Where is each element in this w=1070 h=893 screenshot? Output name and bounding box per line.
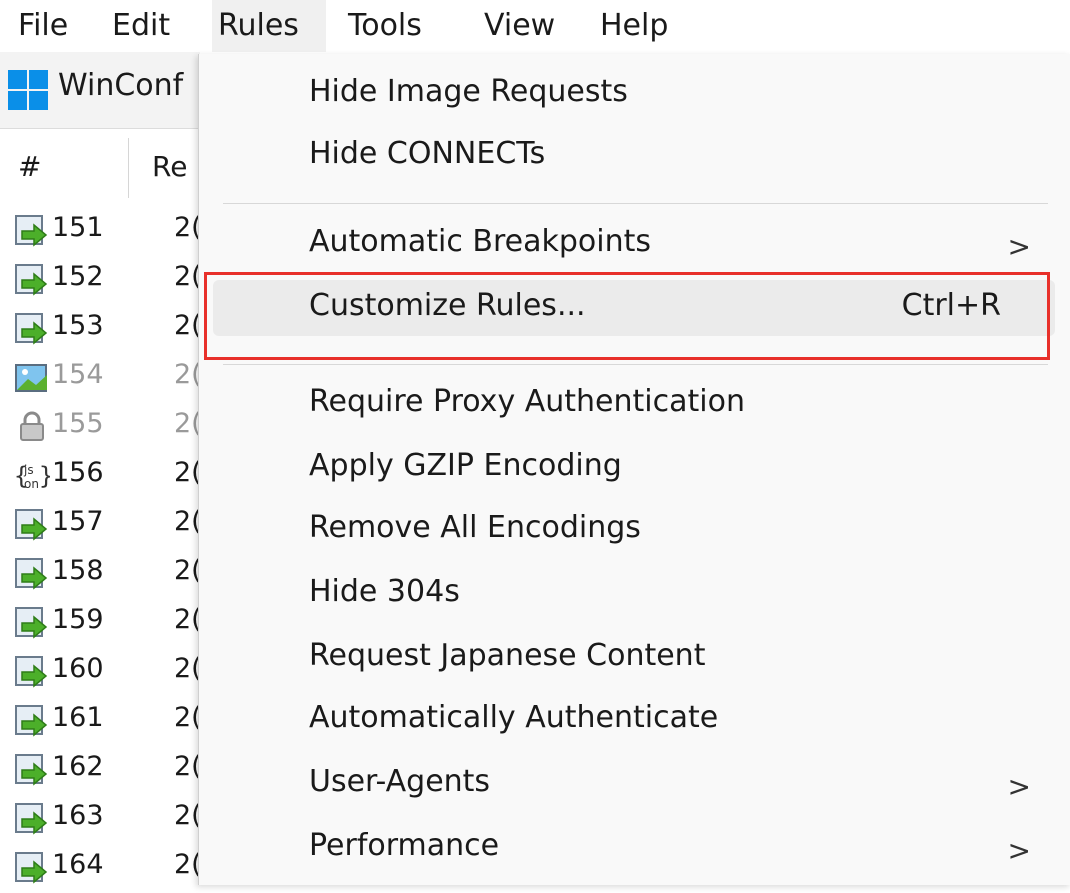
menu-item-hide-304s[interactable]: Hide 304s bbox=[199, 566, 1070, 624]
session-number: 157 bbox=[52, 506, 104, 537]
menu-item-label: Automatic Breakpoints bbox=[309, 224, 651, 259]
lock-icon bbox=[14, 410, 50, 444]
image-icon bbox=[14, 361, 50, 395]
table-row[interactable]: 154 2( bbox=[12, 355, 202, 403]
session-number: 159 bbox=[52, 604, 104, 635]
table-row[interactable]: 162 2( bbox=[12, 747, 202, 795]
menu-item-label: Hide CONNECTs bbox=[309, 136, 546, 171]
menu-item-label: Require Proxy Authentication bbox=[309, 384, 745, 419]
submenu-arrow-icon: > bbox=[1007, 770, 1031, 803]
menu-item-request-japanese-content[interactable]: Request Japanese Content bbox=[199, 630, 1070, 688]
arrow-icon bbox=[14, 704, 50, 738]
menu-item-label: Customize Rules... bbox=[309, 288, 586, 323]
session-number: 158 bbox=[52, 555, 104, 586]
menu-item-customize-rules[interactable]: Customize Rules... Ctrl+R bbox=[199, 280, 1070, 338]
svg-text:on: on bbox=[24, 477, 39, 491]
submenu-arrow-icon: > bbox=[1007, 834, 1031, 867]
menu-tools[interactable]: Tools bbox=[348, 0, 422, 52]
menu-view[interactable]: View bbox=[484, 0, 555, 52]
table-row[interactable]: 164 2( bbox=[12, 845, 202, 893]
menu-item-require-proxy-authentication[interactable]: Require Proxy Authentication bbox=[199, 376, 1070, 434]
winconfig-button[interactable]: WinConf bbox=[58, 68, 183, 103]
arrow-icon bbox=[14, 263, 50, 297]
menu-item-label: User-Agents bbox=[309, 764, 491, 799]
menu-item-label: Apply GZIP Encoding bbox=[309, 448, 622, 483]
arrow-icon bbox=[14, 802, 50, 836]
menu-item-label: Remove All Encodings bbox=[309, 510, 641, 545]
arrow-icon bbox=[14, 753, 50, 787]
arrow-icon bbox=[14, 214, 50, 248]
menu-item-label: Automatically Authenticate bbox=[309, 700, 719, 735]
submenu-arrow-icon: > bbox=[1007, 230, 1031, 263]
menu-item-user-agents[interactable]: User-Agents > bbox=[199, 756, 1070, 814]
table-row[interactable]: 155 2( bbox=[12, 404, 202, 452]
arrow-icon bbox=[14, 312, 50, 346]
menu-rules[interactable]: Rules bbox=[212, 0, 326, 52]
session-number: 153 bbox=[52, 310, 104, 341]
table-row[interactable]: 153 2( bbox=[12, 306, 202, 354]
menu-item-apply-gzip-encoding[interactable]: Apply GZIP Encoding bbox=[199, 440, 1070, 498]
table-row[interactable]: 163 2( bbox=[12, 796, 202, 844]
menu-edit[interactable]: Edit bbox=[112, 0, 170, 52]
menu-bar: File Edit Rules Tools View Help bbox=[0, 0, 1070, 52]
menu-item-label: Hide 304s bbox=[309, 574, 460, 609]
session-number: 160 bbox=[52, 653, 104, 684]
session-number: 152 bbox=[52, 261, 104, 292]
table-row[interactable]: 160 2( bbox=[12, 649, 202, 697]
menu-file[interactable]: File bbox=[18, 0, 68, 52]
session-number: 162 bbox=[52, 751, 104, 782]
svg-text:js: js bbox=[23, 463, 34, 477]
session-number: 164 bbox=[52, 849, 104, 880]
svg-text:}: } bbox=[39, 462, 50, 490]
table-row[interactable]: {json}1562( bbox=[12, 453, 202, 501]
arrow-icon bbox=[14, 655, 50, 689]
column-header-number[interactable]: # bbox=[18, 150, 41, 183]
windows-logo-icon[interactable] bbox=[8, 70, 48, 110]
menu-item-automatically-authenticate[interactable]: Automatically Authenticate bbox=[199, 692, 1070, 750]
menu-item-remove-all-encodings[interactable]: Remove All Encodings bbox=[199, 502, 1070, 560]
column-divider[interactable] bbox=[128, 138, 129, 198]
column-header-result[interactable]: Re bbox=[152, 150, 187, 183]
table-row[interactable]: 152 2( bbox=[12, 257, 202, 305]
menu-help[interactable]: Help bbox=[600, 0, 668, 52]
menu-item-performance[interactable]: Performance > bbox=[199, 820, 1070, 878]
session-number: 151 bbox=[52, 212, 104, 243]
arrow-icon bbox=[14, 508, 50, 542]
menu-item-hide-image-requests[interactable]: Hide Image Requests bbox=[199, 66, 1070, 124]
session-number: 154 bbox=[52, 359, 104, 390]
arrow-icon bbox=[14, 851, 50, 885]
menu-separator bbox=[223, 364, 1048, 365]
menu-item-label: Performance bbox=[309, 828, 500, 863]
menu-item-hide-connects[interactable]: Hide CONNECTs bbox=[199, 128, 1070, 186]
json-icon: {json} bbox=[14, 459, 53, 493]
session-number: 163 bbox=[52, 800, 104, 831]
rules-dropdown-menu: Hide Image Requests Hide CONNECTs Automa… bbox=[198, 54, 1070, 885]
shortcut-label: Ctrl+R bbox=[901, 288, 1001, 323]
table-row[interactable]: 159 2( bbox=[12, 600, 202, 648]
menu-item-automatic-breakpoints[interactable]: Automatic Breakpoints > bbox=[199, 216, 1070, 274]
table-row[interactable]: 157 2( bbox=[12, 502, 202, 550]
arrow-icon bbox=[14, 557, 50, 591]
session-number: 155 bbox=[52, 408, 104, 439]
table-row[interactable]: 151 2( bbox=[12, 208, 202, 256]
menu-item-label: Request Japanese Content bbox=[309, 638, 706, 673]
menu-separator bbox=[223, 203, 1048, 204]
table-row[interactable]: 161 2( bbox=[12, 698, 202, 746]
table-row[interactable]: 158 2( bbox=[12, 551, 202, 599]
session-number: 156 bbox=[52, 457, 104, 488]
menu-item-label: Hide Image Requests bbox=[309, 74, 628, 109]
arrow-icon bbox=[14, 606, 50, 640]
session-number: 161 bbox=[52, 702, 104, 733]
